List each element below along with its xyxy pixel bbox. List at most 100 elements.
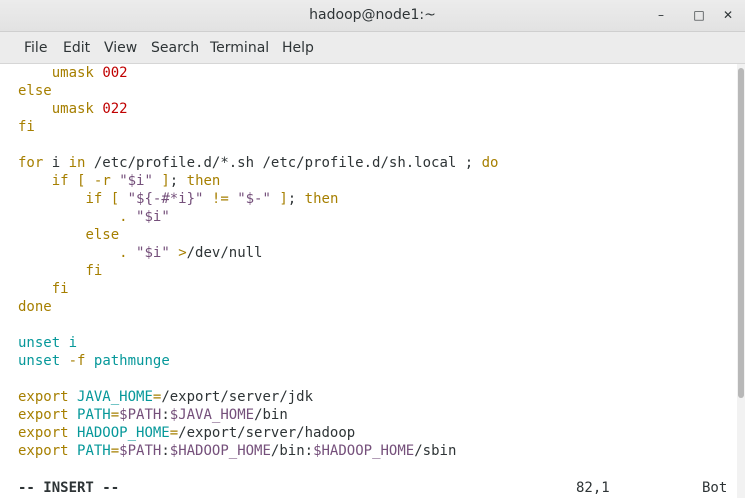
scrollbar[interactable] <box>737 64 745 498</box>
code-token: "$i" <box>119 173 153 189</box>
cursor-position: 82,1 <box>576 480 610 496</box>
menu-file[interactable]: File <box>24 40 47 56</box>
code-token: /export/server/jdk <box>161 389 314 405</box>
code-token: 002 <box>102 65 128 81</box>
code-token: $PATH <box>119 443 162 459</box>
code-token: ] <box>279 191 288 207</box>
code-token: $JAVA_HOME <box>169 407 255 423</box>
code-token: : <box>161 443 170 459</box>
code-token: $HADOOP_HOME <box>313 443 415 459</box>
menu-help[interactable]: Help <box>282 40 314 56</box>
code-token: 022 <box>102 101 128 117</box>
code-token: /bin <box>254 407 288 423</box>
code-token: /export/server/hadoop <box>178 425 356 441</box>
code-token: JAVA_HOME <box>77 389 153 405</box>
code-token: ; <box>287 191 305 207</box>
code-line: export PATH=$PATH:$HADOOP_HOME/bin:$HADO… <box>18 442 456 460</box>
code-line: unset i <box>18 334 77 352</box>
code-token: then <box>304 191 339 207</box>
terminal-text-area[interactable]: umask 002 else umask 022 fi for i in /etc/p… <box>0 64 737 498</box>
menu-bar: File Edit View Search Terminal Help <box>0 32 745 64</box>
code-token: "$i" <box>136 245 170 261</box>
code-line: export JAVA_HOME=/export/server/jdk <box>18 388 313 406</box>
code-token: export <box>18 407 69 423</box>
vim-mode-indicator: -- INSERT -- <box>18 480 120 496</box>
code-token: "$-" <box>237 191 271 207</box>
menu-search[interactable]: Search <box>151 40 199 56</box>
code-token: : <box>161 407 170 423</box>
code-token: export <box>18 443 69 459</box>
code-line: else <box>18 226 119 244</box>
code-token: export <box>18 425 69 441</box>
code-token: = <box>110 407 120 423</box>
code-line: export HADOOP_HOME=/export/server/hadoop <box>18 424 355 442</box>
code-token: for <box>18 155 44 171</box>
code-token: ; <box>169 173 187 189</box>
code-token: $PATH <box>119 407 162 423</box>
scrollbar-thumb[interactable] <box>738 68 744 398</box>
code-token: [ <box>110 191 120 207</box>
code-token: done <box>18 299 52 315</box>
code-token: umask <box>51 101 94 117</box>
code-token: if <box>85 191 103 207</box>
maximize-icon[interactable]: □ <box>690 6 708 24</box>
code-token: export <box>18 389 69 405</box>
menu-edit[interactable]: Edit <box>63 40 90 56</box>
window-title: hadoop@node1:~ <box>309 7 436 23</box>
code-token: > <box>178 245 187 261</box>
code-token: fi <box>51 281 69 297</box>
code-line: unset -f pathmunge <box>18 352 170 370</box>
code-line: . "$i" >/dev/null <box>18 244 262 262</box>
code-token: unset <box>18 353 61 369</box>
code-token: . <box>119 209 128 225</box>
code-token: "${-#*i}" <box>127 191 204 207</box>
code-line: fi <box>18 262 102 280</box>
code-token: else <box>85 227 120 243</box>
title-bar[interactable]: hadoop@node1:~ – □ ✕ <box>0 0 745 32</box>
code-token: = <box>110 443 120 459</box>
code-token: pathmunge <box>93 353 170 369</box>
code-token: /sbin <box>414 443 457 459</box>
code-line: if [ -r "$i" ]; then <box>18 172 221 190</box>
scroll-indicator: Bot <box>702 480 728 496</box>
code-token: /dev/null <box>186 245 263 261</box>
code-line: else <box>18 82 52 100</box>
code-token: = <box>169 425 179 441</box>
terminal-window: hadoop@node1:~ – □ ✕ File Edit View Sear… <box>0 0 745 498</box>
code-token: unset <box>18 335 61 351</box>
code-line: fi <box>18 118 35 136</box>
minimize-icon[interactable]: – <box>652 6 670 24</box>
code-token: do <box>481 155 499 171</box>
code-line: . "$i" <box>18 208 170 226</box>
close-icon[interactable]: ✕ <box>719 6 737 24</box>
code-token: ] <box>161 173 170 189</box>
code-token: . <box>119 245 128 261</box>
code-token: PATH <box>77 407 111 423</box>
menu-terminal[interactable]: Terminal <box>210 40 269 56</box>
code-token: -r <box>93 173 111 189</box>
code-line: export PATH=$PATH:$JAVA_HOME/bin <box>18 406 288 424</box>
menu-view[interactable]: View <box>104 40 137 56</box>
code-token: "$i" <box>136 209 170 225</box>
